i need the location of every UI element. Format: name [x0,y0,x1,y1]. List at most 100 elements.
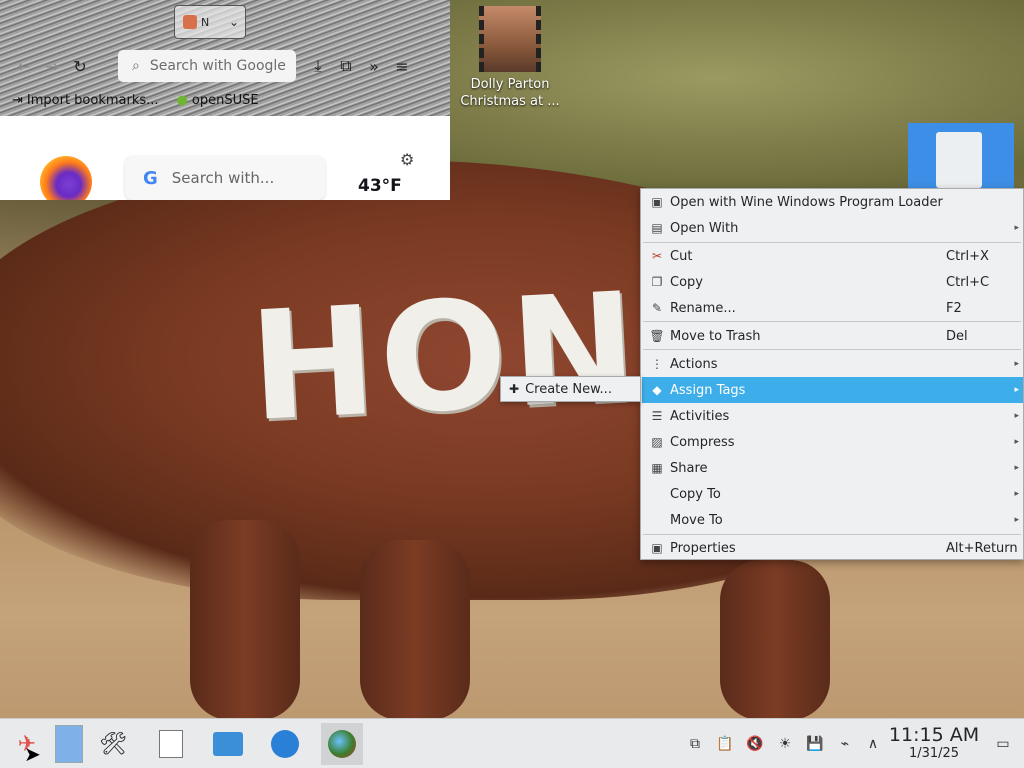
chevron-right-icon: ▸ [1014,489,1019,499]
bookmarks-bar: ⇥ Import bookmarks... ● openSUSE [0,88,450,112]
menu-separator [643,349,1021,350]
clock-date: 1/31/25 [908,746,960,761]
document-icon [159,730,183,758]
properties-icon: ▣ [651,541,663,555]
menu-item-assign-tags[interactable]: ◆ Assign Tags ▸ [642,377,1023,403]
shortcut-rename: F2 [946,300,962,316]
chevron-right-icon: ▸ [1014,515,1019,525]
compress-icon: ▨ [651,435,663,449]
menu-item-move-to-trash[interactable]: 🗑 Move to Trash Del [642,323,1023,349]
file-manager-button[interactable] [207,723,249,765]
menu-item-compress[interactable]: ▨ Compress ▸ [642,429,1023,455]
desktop-icon-label: Dolly Parton Christmas at ... [460,77,560,109]
overflow-icon[interactable]: » [360,52,388,80]
pager-button[interactable] [48,723,90,765]
windows-tray-icon[interactable]: ⧉ [684,733,706,755]
reload-button[interactable]: ↻ [66,52,94,80]
bookmark-import[interactable]: ⇥ Import bookmarks... [12,93,159,108]
menu-item-share[interactable]: ▦ Share ▸ [642,455,1023,481]
menu-icon[interactable]: ≡ [388,52,416,80]
dots-icon: ⋮ [651,357,663,371]
chevron-right-icon: ▸ [1014,411,1019,421]
chevron-right-icon: ▸ [1014,463,1019,473]
tab-title: N [201,15,210,29]
volume-icon[interactable]: 🔇 [744,733,766,755]
import-icon: ⇥ [12,92,23,108]
document-icon [936,132,982,188]
menu-item-actions[interactable]: ⋮ Actions ▸ [642,351,1023,377]
share-icon: ▦ [651,461,663,475]
firefox-logo-icon [40,156,92,200]
desktop-pager-icon [55,725,83,763]
mouse-cursor-icon: ➤ [24,742,41,766]
clock[interactable]: 11:15 AM 1/31/25 [888,724,980,762]
shortcut-trash: Del [946,328,968,344]
opensuse-icon: ● [176,92,188,108]
menu-item-open-with-wine[interactable]: ▣ Open with Wine Windows Program Loader [642,189,1023,215]
video-thumbnail-icon [479,6,541,72]
gear-icon[interactable]: ⚙ [400,150,414,169]
firefox-task-button[interactable] [321,723,363,765]
firefox-tab[interactable]: N ⌄ [174,5,246,39]
brightness-icon[interactable]: ☀ [774,733,796,755]
menu-item-rename[interactable]: ✎ Rename... F2 [642,295,1023,321]
forward-button[interactable]: → [38,52,66,80]
menu-item-cut[interactable]: ✂ Cut Ctrl+X [642,243,1023,269]
newtab-search-placeholder: Search with... [171,169,275,187]
settings-app-button[interactable]: 🛠 [92,723,134,765]
menu-item-copy[interactable]: ❐ Copy Ctrl+C [642,269,1023,295]
menu-item-open-with[interactable]: ▤ Open With ▸ [642,215,1023,241]
menu-separator [643,321,1021,322]
chevron-right-icon: ▸ [1014,359,1019,369]
menu-item-properties[interactable]: ▣ Properties Alt+Return [642,535,1023,561]
open-with-icon: ▤ [651,221,663,235]
copy-icon: ❐ [651,275,663,289]
submenu-item-create-new[interactable]: Create New... [525,382,612,397]
menu-item-copy-to[interactable]: Copy To ▸ [642,481,1023,507]
save-icon[interactable]: 💾 [804,733,826,755]
show-desktop-icon[interactable]: ▭ [990,733,1016,755]
trash-icon: 🗑 [649,329,665,343]
shortcut-cut: Ctrl+X [946,248,989,264]
firefox-window[interactable]: N ⌄ ← → ↻ ⤓ ⧉ » ≡ ⌕ Search with Google ⇥… [0,0,450,200]
menu-item-activities[interactable]: ☰ Activities ▸ [642,403,1023,429]
tags-submenu[interactable]: ✚ Create New... [500,376,641,402]
newtab-search-box[interactable]: G Search with... [125,156,325,200]
scissors-icon: ✂ [651,249,663,263]
chevron-right-icon: ▸ [1014,385,1019,395]
browser-app-button[interactable] [264,723,306,765]
menu-item-move-to[interactable]: Move To ▸ [642,507,1023,533]
pencil-icon: ✎ [651,301,663,315]
clipboard-icon[interactable]: 📋 [714,733,736,755]
wallpaper-horse-leg [720,560,830,720]
url-placeholder: Search with Google [149,58,286,74]
back-button[interactable]: ← [10,52,38,80]
chevron-right-icon: ▸ [1014,223,1019,233]
text-editor-button[interactable] [150,723,192,765]
bookmark-opensuse[interactable]: ● openSUSE [177,93,259,108]
extensions-icon[interactable]: ⧉ [332,52,360,80]
weather-temperature: 43°F [358,176,402,196]
network-icon[interactable]: ⌁ [834,733,856,755]
search-icon: ⌕ [132,58,140,74]
wine-icon: ▣ [651,195,663,209]
wallpaper-horse-leg [360,540,470,720]
tab-favicon-icon [183,15,197,29]
folder-icon [213,732,243,756]
download-icon[interactable]: ⤓ [304,52,332,80]
shortcut-properties: Alt+Return [946,540,1018,556]
desktop-icon-dolly-parton[interactable]: Dolly Parton Christmas at ... [460,6,560,110]
chevron-down-icon[interactable]: ⌄ [229,15,239,29]
context-menu: ▣ Open with Wine Windows Program Loader ▤… [640,188,1024,560]
chevron-right-icon: ▸ [1014,437,1019,447]
clock-time: 11:15 AM [888,724,980,746]
chevron-up-icon[interactable]: ∧ [862,733,884,755]
new-tag-icon: ✚ [509,382,520,396]
activities-icon: ☰ [651,409,663,423]
tag-icon: ◆ [652,383,662,397]
wallpaper-horse-leg [190,520,300,720]
google-icon: G [143,167,158,189]
url-bar[interactable]: ⌕ Search with Google [118,50,296,82]
tools-icon: 🛠 [99,731,127,757]
globe-icon [271,730,299,758]
